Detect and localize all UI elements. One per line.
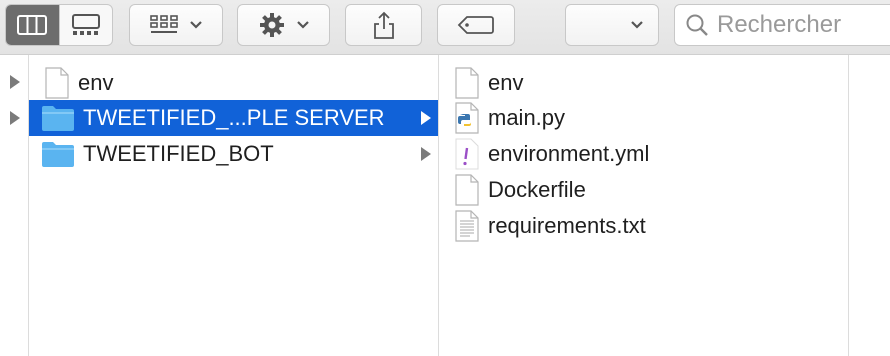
- share-icon: [373, 11, 394, 39]
- item-label: Dockerfile: [488, 177, 586, 202]
- item-label: TWEETIFIED_...PLE SERVER: [83, 105, 385, 130]
- disclosure-triangle-icon[interactable]: [421, 147, 431, 161]
- tags-button[interactable]: [437, 4, 515, 46]
- list-item[interactable]: environment.yml: [439, 136, 848, 172]
- path-menu[interactable]: [565, 4, 659, 46]
- folder-icon: [42, 142, 74, 167]
- list-item-folder[interactable]: TWEETIFIED_BOT: [29, 136, 438, 172]
- chevron-down-icon: [190, 21, 202, 29]
- document-icon: [455, 174, 479, 206]
- chevron-down-icon: [296, 21, 309, 29]
- list-item[interactable]: Dockerfile: [439, 172, 848, 208]
- list-item[interactable]: main.py: [439, 100, 848, 136]
- share-button[interactable]: [345, 4, 422, 46]
- gallery-view-button[interactable]: [58, 5, 113, 45]
- item-label: TWEETIFIED_BOT: [83, 141, 274, 166]
- item-label: env: [78, 70, 114, 95]
- view-segmented-control: [5, 4, 113, 46]
- chevron-down-icon: [631, 21, 643, 29]
- action-menu[interactable]: [237, 4, 330, 46]
- document-icon: [455, 67, 479, 99]
- columns-icon: [17, 15, 48, 35]
- search-icon: [686, 14, 708, 36]
- list-item[interactable]: env: [29, 65, 438, 101]
- group-by-menu[interactable]: [129, 4, 223, 46]
- document-icon: [45, 67, 69, 99]
- gallery-icon: [71, 14, 100, 35]
- text-file-icon: [455, 210, 479, 242]
- disclosure-triangle-icon[interactable]: [421, 111, 431, 125]
- list-item-selected-folder[interactable]: TWEETIFIED_...PLE SERVER: [29, 100, 438, 136]
- item-label: env: [488, 70, 524, 95]
- tag-icon: [457, 16, 494, 34]
- gear-icon: [259, 13, 284, 37]
- yaml-file-icon: [455, 138, 479, 170]
- folder-icon: [42, 106, 74, 131]
- search-placeholder: Rechercher: [717, 11, 842, 38]
- toolbar: Rechercher: [0, 0, 890, 55]
- list-item[interactable]: env: [439, 65, 848, 101]
- grid-group-icon: [150, 15, 178, 33]
- item-label: environment.yml: [488, 141, 650, 166]
- column-divider: [848, 55, 849, 356]
- column-view-button[interactable]: [6, 5, 59, 45]
- item-label: requirements.txt: [488, 213, 646, 238]
- disclosure-triangle-icon[interactable]: [10, 111, 20, 125]
- item-label: main.py: [488, 105, 566, 130]
- search-field[interactable]: Rechercher: [674, 4, 890, 46]
- list-item[interactable]: requirements.txt: [439, 208, 848, 244]
- python-file-icon: [455, 102, 479, 134]
- disclosure-triangle-icon[interactable]: [10, 75, 20, 89]
